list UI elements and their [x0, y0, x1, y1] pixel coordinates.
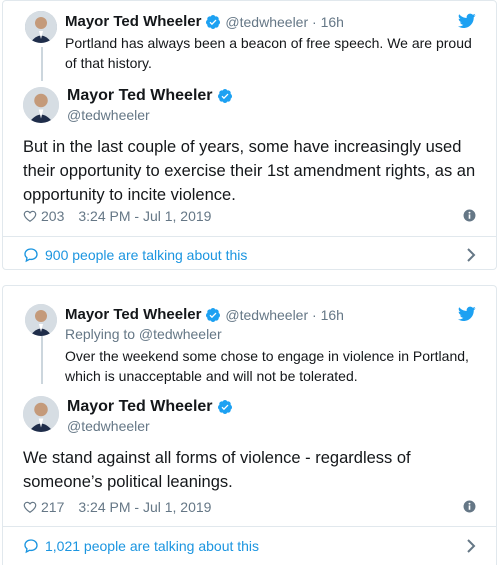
embedded-tweet-card: Mayor Ted Wheeler @tedwheeler · 16h Port…: [2, 0, 497, 270]
conversation-link[interactable]: 1,021 people are talking about this: [23, 534, 476, 558]
parent-tweet-text: Over the weekend some chose to engage in…: [65, 348, 469, 384]
twitter-bird-icon[interactable]: [458, 306, 476, 322]
thread-line: [41, 332, 43, 384]
speech-bubble-icon: [23, 538, 39, 554]
author[interactable]: Mayor Ted Wheeler: [67, 398, 233, 416]
talking-count[interactable]: 1,021 people are talking about this: [45, 538, 259, 554]
conversation-link[interactable]: 900 people are talking about this: [23, 243, 476, 267]
verified-badge-icon: [217, 88, 233, 104]
embedded-tweet-card: Mayor Ted Wheeler @tedwheeler · 16h Repl…: [2, 285, 497, 565]
tweet-text: But in the last couple of years, some ha…: [23, 138, 476, 204]
heart-icon[interactable]: [23, 500, 37, 514]
talking-count[interactable]: 900 people are talking about this: [45, 247, 247, 263]
author[interactable]: Mayor Ted Wheeler: [67, 87, 233, 105]
verified-badge-icon: [217, 399, 233, 415]
verified-badge-icon: [205, 14, 221, 30]
parent-handle-time[interactable]: @tedwheeler · 16h: [225, 307, 344, 323]
avatar[interactable]: [23, 87, 59, 123]
info-icon[interactable]: [463, 209, 476, 222]
chevron-right-icon[interactable]: [466, 538, 476, 554]
avatar[interactable]: [25, 11, 57, 43]
like-count[interactable]: 217: [41, 499, 64, 515]
divider: [3, 236, 496, 237]
avatar[interactable]: [25, 304, 57, 336]
twitter-bird-icon[interactable]: [458, 13, 476, 29]
replying-to[interactable]: Replying to @tedwheeler: [65, 326, 222, 342]
thread-line: [41, 47, 43, 81]
author-name[interactable]: Mayor Ted Wheeler: [67, 398, 213, 416]
timestamp[interactable]: 3:24 PM - Jul 1, 2019: [78, 499, 211, 515]
heart-icon[interactable]: [23, 209, 37, 223]
author-name[interactable]: Mayor Ted Wheeler: [67, 87, 213, 105]
avatar[interactable]: [23, 396, 59, 432]
tweet-meta: 217 3:24 PM - Jul 1, 2019: [23, 497, 476, 517]
parent-author[interactable]: Mayor Ted Wheeler @tedwheeler · 16h: [65, 13, 344, 30]
parent-author[interactable]: Mayor Ted Wheeler @tedwheeler · 16h: [65, 306, 344, 323]
author-handle[interactable]: @tedwheeler: [67, 418, 150, 434]
chevron-right-icon[interactable]: [466, 247, 476, 263]
parent-author-name[interactable]: Mayor Ted Wheeler: [65, 306, 201, 323]
parent-author-name[interactable]: Mayor Ted Wheeler: [65, 13, 201, 30]
speech-bubble-icon: [23, 247, 39, 263]
divider: [3, 526, 496, 527]
verified-badge-icon: [205, 307, 221, 323]
parent-tweet-text: Portland has always been a beacon of fre…: [65, 35, 472, 71]
tweet-text: We stand against all forms of violence -…: [23, 449, 411, 491]
parent-handle-time[interactable]: @tedwheeler · 16h: [225, 14, 344, 30]
info-icon[interactable]: [463, 500, 476, 513]
like-count[interactable]: 203: [41, 208, 64, 224]
timestamp[interactable]: 3:24 PM - Jul 1, 2019: [78, 208, 211, 224]
tweet-meta: 203 3:24 PM - Jul 1, 2019: [23, 206, 476, 226]
author-handle[interactable]: @tedwheeler: [67, 107, 150, 123]
